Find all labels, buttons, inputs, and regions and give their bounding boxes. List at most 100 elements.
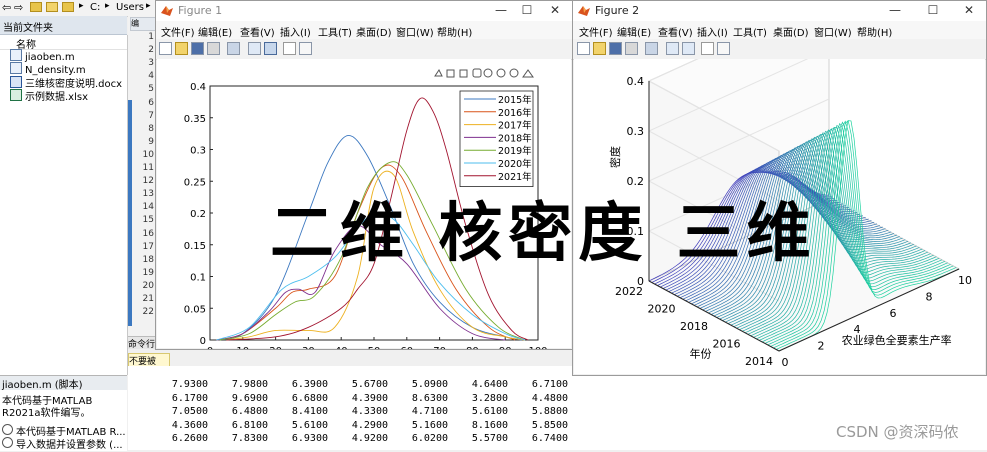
x-tick-label: 90 <box>499 346 512 349</box>
editor-line-number: 4 <box>148 71 154 82</box>
menu-insert[interactable]: 插入(I) <box>280 24 311 39</box>
menu-view[interactable]: 查看(V) <box>658 24 693 39</box>
save-icon[interactable] <box>609 42 622 55</box>
y-tick-label: 2020 <box>648 303 676 316</box>
new-figure-icon[interactable] <box>159 42 172 55</box>
maximize-button[interactable]: ☐ <box>514 2 540 19</box>
pan-icon[interactable] <box>483 68 493 78</box>
editor-line-number: 7 <box>148 110 154 121</box>
figure-1-title: Figure 1 <box>178 4 223 17</box>
menu-view[interactable]: 查看(V) <box>240 24 275 39</box>
maximize-button[interactable]: ☐ <box>920 2 946 19</box>
pointer-icon[interactable] <box>283 42 296 55</box>
colorbar-icon[interactable] <box>666 42 679 55</box>
colorbar-icon[interactable] <box>248 42 261 55</box>
menu-window[interactable]: 窗口(W) <box>396 24 434 39</box>
legend-label: 2021年 <box>498 171 532 183</box>
minimize-button[interactable]: — <box>882 2 908 19</box>
y-tick-label: 0.4 <box>190 82 206 93</box>
pointer-icon[interactable] <box>701 42 714 55</box>
legend-icon[interactable] <box>682 42 695 55</box>
y-tick-label: 2016 <box>713 338 741 351</box>
editor-line-gutter: 1 2 3 4 5 6 7 8 9 10 11 12 13 14 15 16 17 18 19 20 21 22 <box>128 16 156 336</box>
save-icon[interactable] <box>191 42 204 55</box>
matlab-logo-icon <box>161 6 173 16</box>
print-icon[interactable] <box>207 42 220 55</box>
editor-scroll-marker <box>128 100 132 326</box>
menu-desktop[interactable]: 桌面(D) <box>356 24 392 39</box>
menu-tools[interactable]: 工具(T) <box>733 24 767 39</box>
command-output-value: 4.3300 <box>351 406 388 417</box>
property-editor-icon[interactable] <box>717 42 730 55</box>
minimize-button[interactable]: — <box>488 2 514 19</box>
command-window-label: 命令行 <box>128 340 156 350</box>
export-icon[interactable] <box>434 69 443 77</box>
zoom-in-icon[interactable] <box>496 68 506 78</box>
property-editor-icon[interactable] <box>299 42 312 55</box>
y-tick-label: 0.1 <box>190 273 206 284</box>
menu-window[interactable]: 窗口(W) <box>814 24 852 39</box>
browse-folder-icon[interactable] <box>46 2 58 12</box>
file-browser: 名称 jiaoben.m N_density.m 三维核密度说明.docx 示例… <box>0 35 128 375</box>
figure-1-toolbar <box>156 39 572 60</box>
editor-line-number: 20 <box>142 280 154 291</box>
path-chevron-icon: ▸ <box>146 1 151 11</box>
file-item[interactable]: 示例数据.xlsx <box>10 88 88 103</box>
menu-tools[interactable]: 工具(T) <box>318 24 352 39</box>
y-tick-label: 2018 <box>680 320 708 333</box>
menu-help[interactable]: 帮助(H) <box>857 24 892 39</box>
command-output-value: 5.6100 <box>291 419 328 431</box>
menu-help[interactable]: 帮助(H) <box>437 24 472 39</box>
path-segment-users[interactable]: Users <box>116 2 144 13</box>
data-tips-icon[interactable] <box>459 69 468 78</box>
menu-edit[interactable]: 编辑(E) <box>617 24 651 39</box>
link-plot-icon[interactable] <box>645 42 658 55</box>
open-file-icon[interactable] <box>175 42 188 55</box>
y-tick-label: 0.2 <box>190 209 206 220</box>
folder-up-icon[interactable] <box>30 2 42 12</box>
address-bar: ⇦ ⇨ ▸ C: ▸ Users ▸ <box>0 0 160 17</box>
menu-edit[interactable]: 编辑(E) <box>198 24 232 39</box>
figure-1-title-bar[interactable]: Figure 1 — ☐ ✕ <box>156 1 572 21</box>
editor-line-number: 9 <box>148 136 154 147</box>
zoom-out-icon[interactable] <box>509 68 519 78</box>
close-button[interactable]: ✕ <box>542 2 568 19</box>
print-icon[interactable] <box>625 42 638 55</box>
link-plot-icon[interactable] <box>227 42 240 55</box>
function-icon <box>2 437 13 448</box>
overlay-caption: 二维 核密度 三维 <box>270 197 817 271</box>
path-segment-drive[interactable]: C: <box>90 2 100 13</box>
files-column-header[interactable]: 名称 <box>0 35 127 51</box>
function-icon <box>2 424 13 435</box>
close-button[interactable]: ✕ <box>956 2 982 19</box>
editor-tab[interactable]: 编 <box>130 17 156 31</box>
figure-2-title-bar[interactable]: Figure 2 — ☐ ✕ <box>573 1 986 21</box>
command-output-row: 7.9300 7.9800 6.3900 5.6700 5.0900 4.6400 6.71… <box>128 379 608 392</box>
back-arrow-icon[interactable]: ⇦ <box>2 1 11 14</box>
file-item[interactable]: 三维核密度说明.docx <box>10 75 122 90</box>
menu-file[interactable]: 文件(F) <box>161 24 195 39</box>
rotate-icon[interactable] <box>472 68 482 78</box>
brush-icon[interactable] <box>446 69 455 78</box>
home-icon[interactable] <box>522 69 534 78</box>
x-tick-label: 30 <box>302 346 315 349</box>
open-file-icon[interactable] <box>593 42 606 55</box>
file-item[interactable]: N_density.m <box>10 62 86 76</box>
legend-icon[interactable] <box>264 42 277 55</box>
file-item[interactable]: jiaoben.m <box>2 49 126 63</box>
command-output-value: 4.4800 <box>531 392 568 404</box>
command-output-value: 5.5700 <box>471 433 508 444</box>
legend-label: 2016年 <box>498 107 532 119</box>
menu-desktop[interactable]: 桌面(D) <box>773 24 809 39</box>
editor-line-number: 13 <box>142 189 154 200</box>
command-output-value: 4.6400 <box>471 379 508 390</box>
command-output-value: 4.3600 <box>171 419 208 431</box>
legend-label: 2020年 <box>498 158 532 170</box>
new-figure-icon[interactable] <box>577 42 590 55</box>
menu-insert[interactable]: 插入(I) <box>697 24 728 39</box>
menu-file[interactable]: 文件(F) <box>579 24 613 39</box>
y-tick-label: 0.15 <box>184 241 206 252</box>
x-tick-label: 2 <box>818 340 825 353</box>
editor-line-number: 5 <box>148 84 154 95</box>
forward-arrow-icon[interactable]: ⇨ <box>14 1 23 14</box>
